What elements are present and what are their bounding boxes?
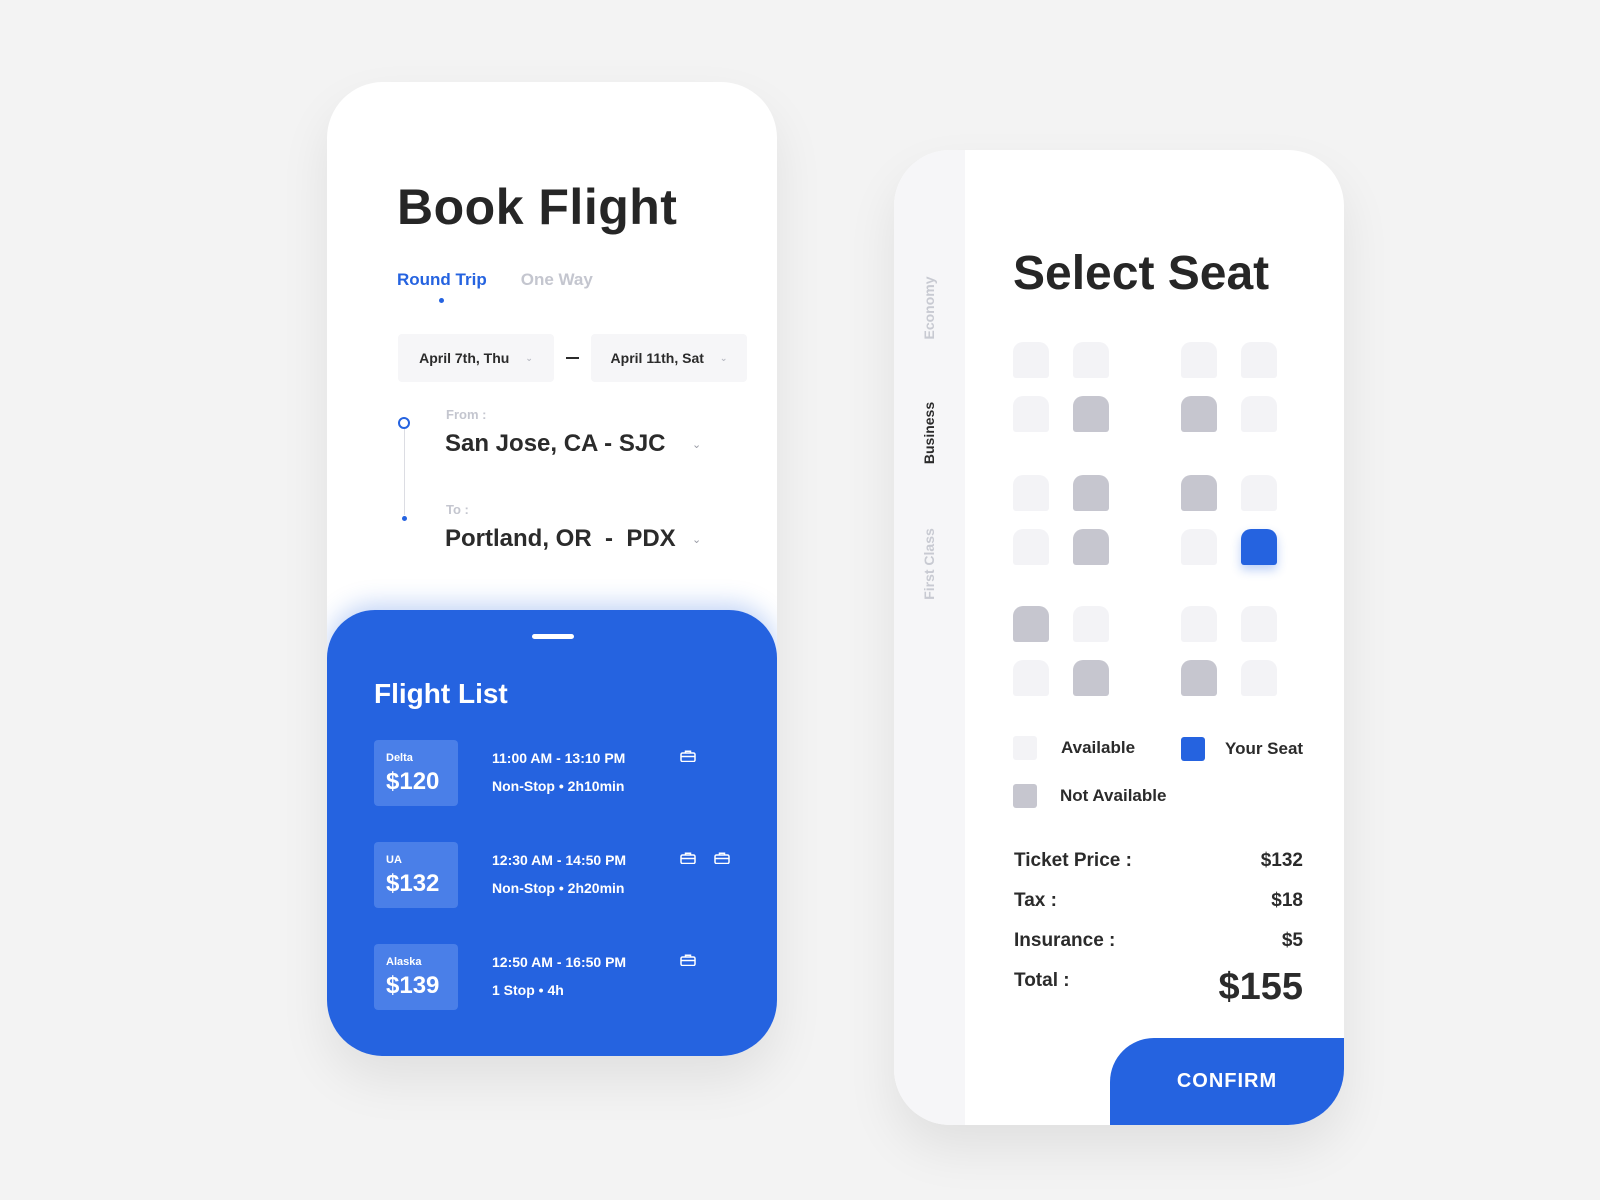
flight-row[interactable]: Delta $120 11:00 AM - 13:10 PM Non-Stop …: [374, 740, 754, 806]
route-connector-line: [404, 425, 405, 515]
flight-row[interactable]: Alaska $139 12:50 AM - 16:50 PM 1 Stop •…: [374, 944, 754, 1010]
seat-selected[interactable]: [1241, 529, 1277, 565]
to-label: To :: [446, 502, 469, 517]
page-title: Select Seat: [1013, 247, 1270, 300]
flight-list-title: Flight List: [374, 678, 508, 709]
confirm-button[interactable]: CONFIRM: [1110, 1038, 1344, 1125]
flight-price: $120: [386, 768, 440, 795]
class-tab-economy[interactable]: Economy: [921, 276, 937, 339]
legend-not-available-swatch: [1013, 784, 1037, 808]
seat-available[interactable]: [1241, 475, 1277, 511]
seat-unavailable: [1073, 529, 1109, 565]
seat-available[interactable]: [1013, 529, 1049, 565]
flight-price: $132: [386, 870, 440, 897]
seat-available[interactable]: [1181, 606, 1217, 642]
legend-your-seat-swatch: [1181, 737, 1205, 761]
sheet-drag-handle[interactable]: [532, 634, 574, 639]
chevron-down-icon[interactable]: ⌄: [692, 438, 701, 451]
date-range-dash: [566, 357, 579, 359]
trip-type-tabs: Round Trip One Way: [397, 270, 593, 303]
seat-unavailable: [1013, 606, 1049, 642]
seat-available[interactable]: [1013, 396, 1049, 432]
seat-available[interactable]: [1181, 529, 1217, 565]
destination-marker-icon: [402, 516, 407, 521]
book-flight-screen: Book Flight Round Trip One Way April 7th…: [327, 82, 777, 1056]
origin-marker-icon: [398, 417, 410, 429]
flight-list-sheet: Flight List Delta $120 11:00 AM - 13:10 …: [327, 610, 777, 1056]
tax-value: $18: [1271, 890, 1303, 911]
select-seat-screen: Economy Business First Class Select Seat…: [894, 150, 1344, 1125]
seat-available[interactable]: [1241, 606, 1277, 642]
ticket-price-label: Ticket Price :: [1014, 850, 1132, 871]
return-date-value: April 11th, Sat: [610, 350, 704, 366]
tax-label: Tax :: [1014, 890, 1057, 911]
flight-row[interactable]: UA $132 12:30 AM - 14:50 PM Non-Stop • 2…: [374, 842, 754, 908]
depart-date-value: April 7th, Thu: [419, 350, 510, 366]
page-title: Book Flight: [397, 179, 678, 235]
seat-available[interactable]: [1013, 475, 1049, 511]
briefcase-icon: [680, 852, 696, 864]
chevron-down-icon[interactable]: ⌄: [692, 533, 701, 546]
from-field[interactable]: San Jose, CA - SJC: [445, 430, 666, 458]
chevron-down-icon: ⌄: [525, 352, 533, 363]
seat-unavailable: [1181, 396, 1217, 432]
seat-available[interactable]: [1241, 660, 1277, 696]
legend-your-seat-label: Your Seat: [1225, 739, 1304, 758]
seat-unavailable: [1181, 475, 1217, 511]
legend-available-label: Available: [1061, 738, 1136, 757]
legend-not-available-label: Not Available: [1060, 786, 1167, 805]
class-tab-business[interactable]: Business: [921, 402, 937, 464]
seat-available[interactable]: [1181, 342, 1217, 378]
airline-name: UA: [386, 854, 402, 866]
airline-name: Delta: [386, 752, 413, 764]
seat-unavailable: [1181, 660, 1217, 696]
from-label: From :: [446, 407, 487, 422]
seat-unavailable: [1073, 660, 1109, 696]
briefcase-icon: [680, 750, 696, 762]
active-tab-indicator: [439, 298, 445, 303]
flight-details: Non-Stop • 2h20min: [492, 880, 625, 896]
tab-label: Round Trip: [397, 270, 487, 289]
to-field[interactable]: Portland, OR - PDX: [445, 525, 676, 553]
seat-available[interactable]: [1241, 396, 1277, 432]
tab-round-trip[interactable]: Round Trip: [397, 270, 487, 303]
total-label: Total :: [1014, 970, 1070, 991]
airline-name: Alaska: [386, 956, 422, 968]
price-card: Delta $120: [374, 740, 458, 806]
flight-price: $139: [386, 972, 440, 999]
tab-label: One Way: [520, 270, 593, 289]
legend-available-swatch: [1013, 736, 1037, 760]
flight-times: 11:00 AM - 13:10 PM: [492, 750, 626, 766]
return-date-select[interactable]: April 11th, Sat ⌄: [591, 334, 747, 382]
depart-date-select[interactable]: April 7th, Thu ⌄: [398, 334, 554, 382]
seat-available[interactable]: [1073, 606, 1109, 642]
class-tab-first-class[interactable]: First Class: [921, 528, 937, 600]
insurance-label: Insurance :: [1014, 930, 1116, 951]
ticket-price-value: $132: [1260, 850, 1303, 871]
flight-times: 12:50 AM - 16:50 PM: [492, 954, 627, 970]
price-card: UA $132: [374, 842, 458, 908]
tab-one-way[interactable]: One Way: [521, 270, 593, 290]
insurance-value: $5: [1281, 930, 1303, 951]
briefcase-icon: [680, 954, 696, 966]
flight-times: 12:30 AM - 14:50 PM: [492, 852, 627, 868]
flight-details: Non-Stop • 2h10min: [492, 778, 625, 794]
chevron-down-icon: ⌄: [719, 352, 728, 363]
briefcase-icon: [714, 852, 730, 864]
seat-available[interactable]: [1013, 660, 1049, 696]
seat-unavailable: [1073, 475, 1109, 511]
total-value: $155: [1218, 966, 1303, 1008]
seat-unavailable: [1073, 396, 1109, 432]
seat-available[interactable]: [1073, 342, 1109, 378]
seat-available[interactable]: [1013, 342, 1049, 378]
class-selector-rail: Economy Business First Class: [894, 150, 965, 1125]
seat-available[interactable]: [1241, 342, 1277, 378]
flight-details: 1 Stop • 4h: [492, 982, 564, 998]
price-card: Alaska $139: [374, 944, 458, 1010]
